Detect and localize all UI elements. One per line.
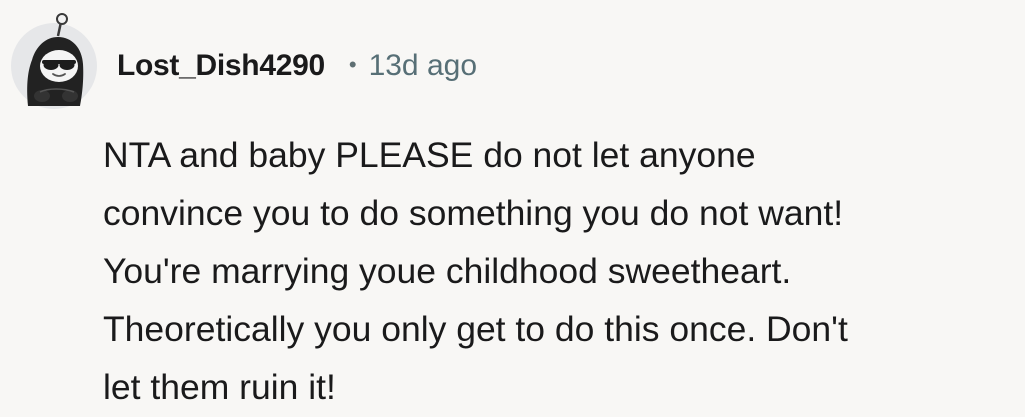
comment-body-line: Theoretically you only get to do this on… <box>103 309 848 349</box>
comment-body-line: You're marrying youe childhood sweethear… <box>103 251 792 291</box>
comment-body-line: convince you to do something you do not … <box>103 193 844 233</box>
comment-header: Lost_Dish4290 • 13d ago <box>117 42 477 90</box>
comment-body-line: NTA and baby PLEASE do not let anyone <box>103 135 756 175</box>
username-link[interactable]: Lost_Dish4290 <box>117 49 325 83</box>
comment-body: NTA and baby PLEASE do not let anyone co… <box>103 126 1015 416</box>
snoo-avatar-graphic <box>11 13 97 109</box>
comment-body-line: let them ruin it! <box>103 367 336 407</box>
timestamp[interactable]: 13d ago <box>369 49 477 83</box>
meta-separator: • <box>348 52 357 77</box>
user-avatar-icon[interactable] <box>8 10 100 110</box>
comment: Lost_Dish4290 • 13d ago NTA and baby PLE… <box>0 0 1025 417</box>
